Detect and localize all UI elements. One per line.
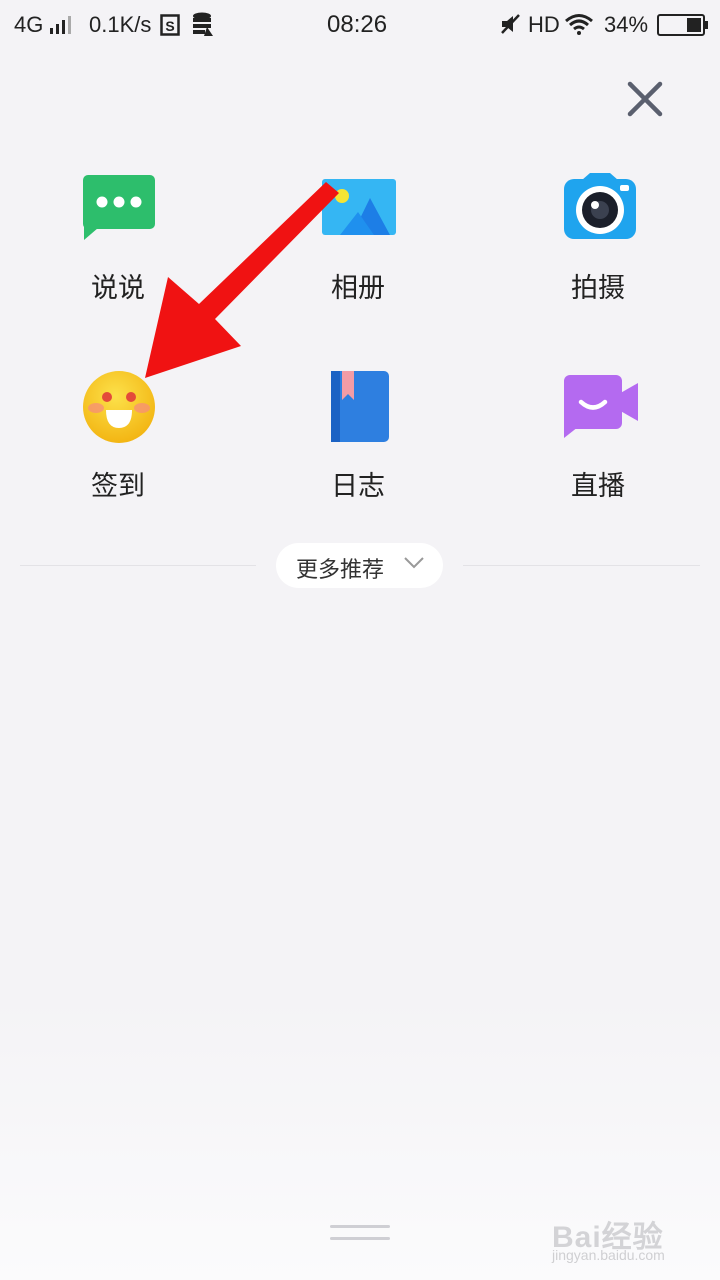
message-bubble-icon — [83, 175, 155, 240]
smiley-face-icon — [83, 371, 155, 443]
menu-item-label: 相册 — [331, 273, 385, 304]
mute-icon — [501, 14, 520, 34]
sim-icon: S — [160, 14, 180, 36]
divider-right — [463, 565, 700, 566]
hd-indicator: HD — [528, 12, 560, 37]
live-video-icon — [564, 375, 638, 438]
journal-book-icon — [331, 371, 389, 442]
wifi-icon — [565, 14, 593, 35]
status-bar: 4G 0.1K/s S 08:26 HD 34% — [0, 0, 720, 50]
menu-item-checkin[interactable]: 签到 — [38, 370, 198, 520]
divider-left — [20, 565, 256, 566]
menu-item-journal[interactable]: 日志 — [278, 370, 438, 520]
menu-item-label: 拍摄 — [571, 273, 625, 304]
more-recommendations-label: 更多推荐 — [296, 558, 385, 583]
menu-item-label: 直播 — [571, 471, 625, 502]
menu-item-shuoshuo[interactable]: 说说 — [38, 172, 198, 322]
drag-handle-top[interactable] — [330, 1225, 390, 1228]
network-speed: 0.1K/s — [89, 12, 152, 37]
signal-icon — [50, 16, 72, 34]
menu-item-label: 日志 — [331, 471, 385, 502]
photo-album-icon — [322, 179, 396, 235]
menu-item-label: 说说 — [91, 273, 145, 304]
svg-text:S: S — [165, 18, 174, 34]
menu-item-label: 签到 — [91, 471, 145, 502]
menu-item-shoot[interactable]: 拍摄 — [518, 172, 678, 322]
network-type: 4G — [14, 12, 44, 37]
close-icon — [627, 81, 663, 117]
battery-icon — [657, 14, 708, 36]
chevron-down-icon — [404, 557, 424, 569]
clock: 08:26 — [327, 11, 388, 38]
more-recommendations-button[interactable]: 更多推荐 — [276, 543, 443, 588]
drag-handle-bottom[interactable] — [330, 1237, 390, 1240]
camera-icon — [564, 173, 636, 239]
database-icon — [193, 12, 213, 36]
close-button[interactable] — [622, 80, 668, 120]
watermark-url: jingyan.baidu.com — [552, 1247, 665, 1263]
menu-item-album[interactable]: 相册 — [278, 172, 438, 322]
battery-percent: 34% — [604, 12, 649, 37]
menu-item-live[interactable]: 直播 — [518, 370, 678, 520]
